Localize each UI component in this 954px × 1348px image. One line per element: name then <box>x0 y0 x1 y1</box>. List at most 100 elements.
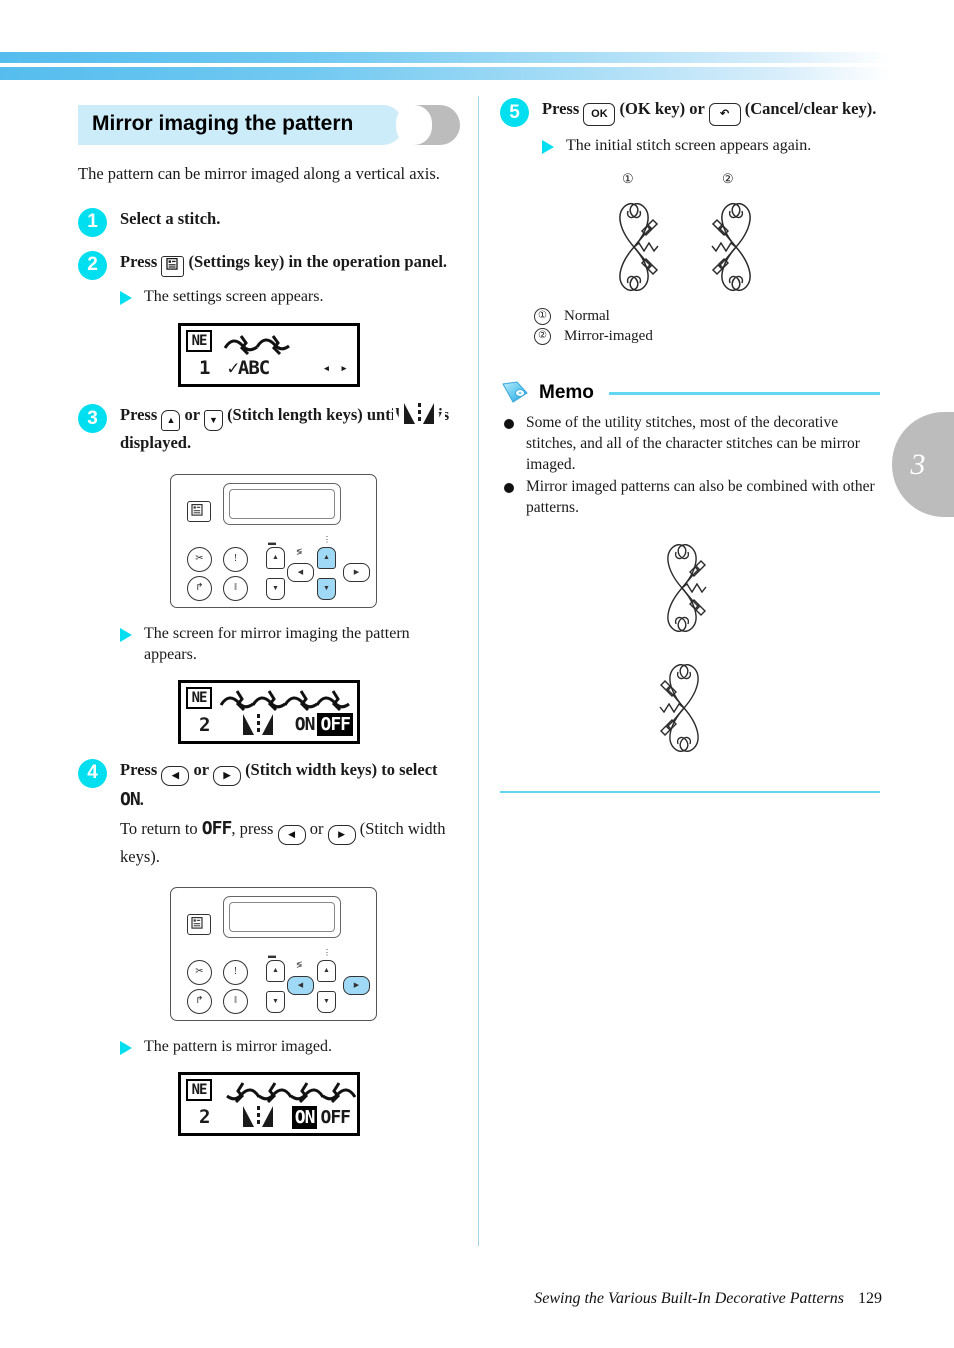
step-1: 1 Select a stitch. <box>78 207 460 237</box>
step-2-result-note: The settings screen appears. <box>78 287 460 308</box>
stitch-width-right-key-icon: ▶ <box>327 824 356 845</box>
panel-stitch-length-down-key[interactable]: ▼ <box>317 578 336 601</box>
panel-length-caption-icon: ⋮ <box>323 535 331 545</box>
chapter-tab-number: 3 <box>910 447 926 481</box>
memo-list: Some of the utility stitches, most of th… <box>500 413 880 518</box>
panel-reinforcement-key[interactable]: ‖ <box>223 576 248 602</box>
panel-stitch-width-down-key[interactable]: ▼ <box>266 991 285 1014</box>
panel-thread-cutter-key[interactable]: ✂ <box>187 547 212 573</box>
step-4-text: Press ◀ or ▶ (Stitch width keys) to sele… <box>120 759 446 866</box>
lcd-mirror-icon <box>232 1106 285 1128</box>
panel-stitch-width-up-key[interactable]: ▲ <box>266 547 285 570</box>
panel-stitch-width-right-key[interactable]: ▶ <box>343 976 370 996</box>
panel-reinforcement-key[interactable]: ‖ <box>223 989 248 1015</box>
step-2-number: 2 <box>78 250 107 280</box>
step-5-text-mid: (OK key) or <box>619 99 705 118</box>
step-3-result-note: The screen for mirror imaging the patter… <box>78 624 460 666</box>
arrow-bullet-icon <box>542 140 554 154</box>
panel-settings-key[interactable] <box>187 914 211 936</box>
step-5-result-note: The initial stitch screen appears again. <box>500 136 880 157</box>
arrow-bullet-icon <box>120 628 132 643</box>
legend-item: ① Normal <box>534 307 880 327</box>
panel-reverse-stitch-key[interactable]: ↱ <box>187 989 212 1015</box>
step-1-text: Select a stitch. <box>120 208 221 228</box>
legend-label-normal: Normal <box>564 307 610 324</box>
lcd-pattern-label: ✓ABC <box>227 357 270 380</box>
stitch-width-left-key-icon: ◀ <box>161 765 190 786</box>
stitch-width-left-key-icon: ◀ <box>277 824 306 845</box>
memo-title: Memo <box>539 382 594 404</box>
panel-settings-key[interactable] <box>187 501 211 523</box>
panel-stitch-length-up-key[interactable]: ▲ <box>317 547 336 570</box>
top-banner <box>0 52 954 82</box>
panel-stitch-width-right-key[interactable]: ▶ <box>343 563 370 583</box>
legend-marker-2: ② <box>534 327 551 345</box>
pattern-normal-illustration <box>619 202 659 291</box>
panel-stitch-width-left-key[interactable]: ◀ <box>287 976 314 996</box>
panel-reverse-stitch-key[interactable]: ↱ <box>187 576 212 602</box>
arrow-bullet-icon <box>120 1041 132 1056</box>
step-3-number: 3 <box>78 404 107 434</box>
panel-lcd-screen <box>223 896 341 939</box>
lcd-mirror-off-screen: NE 2 ON OFF <box>178 679 360 744</box>
lcd-settings-row: 1 ✓ABC ◂ ▸ <box>181 356 357 380</box>
lcd-onoff-toggle[interactable]: ON OFF <box>292 713 353 737</box>
lcd-pattern-number: 1 <box>199 357 210 380</box>
step-4-result-note: The pattern is mirror imaged. <box>78 1037 460 1058</box>
step-4: 4 Press ◀ or ▶ (Stitch width keys) to se… <box>78 758 460 870</box>
lcd-mode-badge: NE <box>186 330 212 353</box>
panel-stitch-width-down-key[interactable]: ▼ <box>266 578 285 601</box>
step-3-text: Press ▲ or ▼ (Stitch length keys) until … <box>120 403 460 456</box>
panel-stitch-length-down-key[interactable]: ▼ <box>317 991 336 1014</box>
panel-stitch-width-left-key[interactable]: ◀ <box>287 563 314 583</box>
lcd-on-option-selected[interactable]: ON <box>291 1105 318 1129</box>
right-column: 5 Press OK (OK key) or ↶ (Cancel/clear k… <box>500 97 880 794</box>
step-5-result-text: The initial stitch screen appears again. <box>566 137 812 154</box>
cancel-clear-key-icon: ↶ <box>708 103 741 126</box>
memo-note-icon <box>502 381 528 404</box>
panel-thread-cutter-key[interactable]: ✂ <box>187 960 212 986</box>
section-bottom-rule <box>500 791 880 794</box>
section-intro: The pattern can be mirror imaged along a… <box>78 164 440 183</box>
step-1-number: 1 <box>78 207 107 237</box>
memo-item-1: Some of the utility stitches, most of th… <box>500 413 880 475</box>
lcd-mode-badge: NE <box>186 1079 212 1102</box>
step-3-result-text: The screen for mirror imaging the patter… <box>144 625 410 663</box>
operation-panel-illustration-step3: ✂ ! ↱ ‖ ▬ ▲ ▼ ≶ ⋮ ▲ ▼ ◀ ▶ <box>170 474 377 609</box>
lcd-on-option[interactable]: ON <box>292 713 318 736</box>
legend-item: ② Mirror-imaged <box>534 327 880 347</box>
step-5-text-after: (Cancel/clear key). <box>744 99 877 118</box>
step-4-result-text: The pattern is mirror imaged. <box>144 1038 332 1056</box>
step-4-or: or <box>193 759 209 779</box>
step-5-text: Press OK (OK key) or ↶ (Cancel/clear key… <box>542 97 880 126</box>
step-4-on-value: ON <box>120 788 141 810</box>
step-3-text-mid: (Stitch length keys) until <box>227 405 400 425</box>
lcd-off-option-selected[interactable]: OFF <box>317 713 353 737</box>
footer-title: Sewing the Various Built-In Decorative P… <box>534 1290 844 1307</box>
memo-box: Memo Some of the utility stitches, most … <box>500 380 880 518</box>
step-3-text-before: Press <box>120 405 158 425</box>
panel-length-caption-icon: ⋮ <box>323 948 331 958</box>
panel-width-caption-icon: ▬ <box>268 538 276 548</box>
step-4-text-before: Press <box>120 759 158 779</box>
step-4-or-2: or <box>309 818 324 838</box>
step-3: 3 Press ▲ or ▼ (Stitch length keys) unti… <box>78 403 460 456</box>
panel-needle-position-key[interactable]: ! <box>223 547 248 573</box>
figure-marker-1: ① <box>622 170 634 186</box>
chapter-tab: 3 <box>892 412 954 517</box>
panel-stitch-width-up-key[interactable]: ▲ <box>266 960 285 983</box>
operation-panel-illustration-step4: ✂ ! ↱ ‖ ▬ ▲ ▼ ≶ ⋮ ▲ ▼ ◀ ▶ <box>170 887 377 1022</box>
memo-header-rule <box>608 391 880 395</box>
lcd-onoff-toggle[interactable]: ON OFF <box>291 1105 353 1129</box>
lcd-off-option[interactable]: OFF <box>317 1106 353 1129</box>
step-2-result-text: The settings screen appears. <box>144 287 324 305</box>
stitch-length-up-key-icon: ▲ <box>161 410 181 432</box>
left-column: Mirror imaging the pattern The pattern c… <box>78 105 460 1150</box>
lcd-mode-badge: NE <box>186 686 212 709</box>
panel-stitch-length-up-key[interactable]: ▲ <box>317 960 336 983</box>
banner-stripe-upper <box>0 52 890 63</box>
panel-needle-position-key[interactable]: ! <box>223 960 248 986</box>
figure-legend: ① Normal ② Mirror-imaged <box>534 307 880 347</box>
combined-pattern-illustration <box>659 544 707 753</box>
pattern-comparison-figure: ① ② <box>500 171 880 303</box>
